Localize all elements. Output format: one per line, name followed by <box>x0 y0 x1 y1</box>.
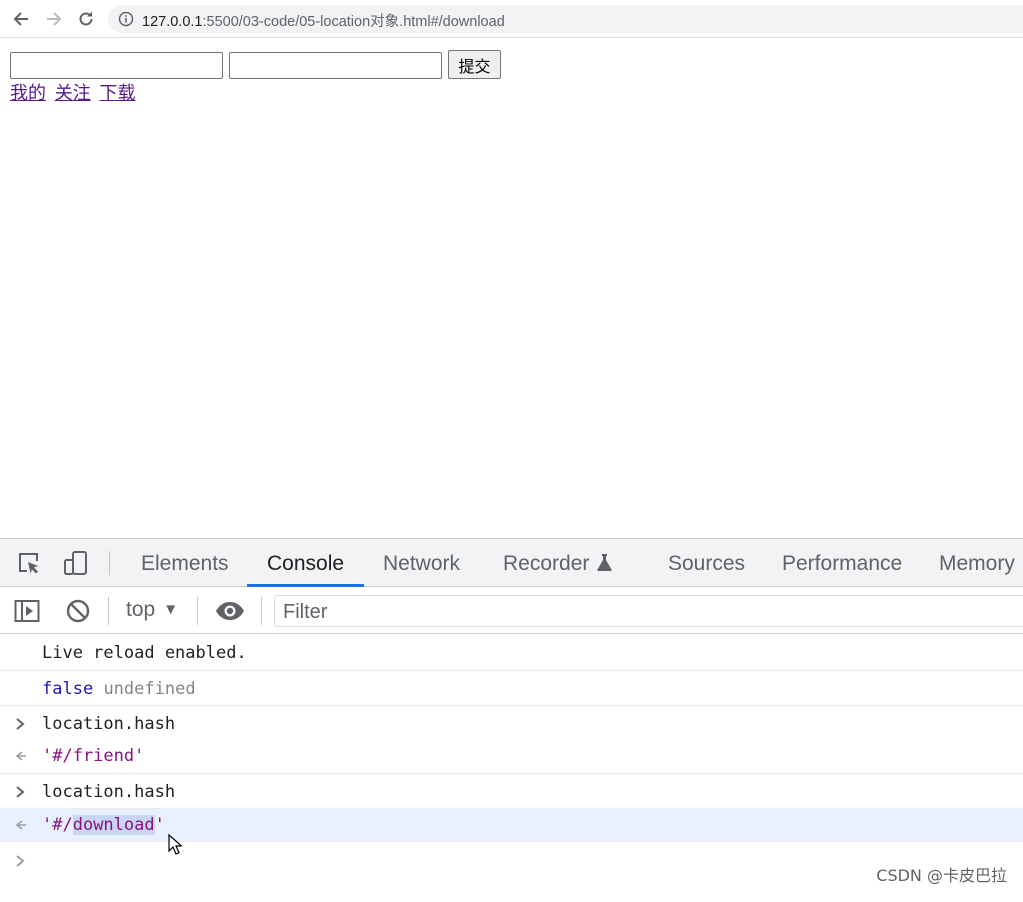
watermark-text: CSDN @卡皮巴拉 <box>876 866 1007 885</box>
toolbar-divider <box>109 551 110 575</box>
url-text: 127.0.0.1:5500/03-code/05-location对象.htm… <box>142 10 505 31</box>
console-input-row: location.hash <box>0 774 1023 809</box>
devtools-tab-bar: Elements Console Network Recorder Source… <box>0 538 1023 587</box>
forward-arrow-icon[interactable] <box>44 9 64 29</box>
address-bar[interactable]: 127.0.0.1:5500/03-code/05-location对象.htm… <box>108 5 1023 33</box>
tab-network[interactable]: Network <box>383 539 460 587</box>
console-log: Live reload enabled. false undefined loc… <box>0 634 1023 878</box>
dropdown-triangle-icon: ▼ <box>163 601 179 618</box>
value-false: false <box>42 679 94 699</box>
live-expression-eye-icon[interactable] <box>215 598 245 624</box>
output-prefix: '#/ <box>42 815 73 835</box>
console-output-row: '#/friend' <box>0 740 1023 774</box>
tab-elements[interactable]: Elements <box>141 539 229 587</box>
text-input-2[interactable] <box>229 52 442 79</box>
console-input-text: location.hash <box>42 714 176 734</box>
input-chevron-icon <box>16 786 25 798</box>
output-suffix: ' <box>154 815 165 835</box>
tab-console[interactable]: Console <box>246 539 365 587</box>
sidebar-toggle-icon[interactable] <box>14 598 40 624</box>
console-message-text: Live reload enabled. <box>42 643 247 663</box>
tab-recorder-label: Recorder <box>503 552 590 575</box>
tab-sources[interactable]: Sources <box>668 539 745 587</box>
console-input-row: location.hash <box>0 706 1023 740</box>
devtools-panel: Elements Console Network Recorder Source… <box>0 538 1023 892</box>
console-message: Live reload enabled. <box>0 634 1023 671</box>
console-filter-input[interactable]: Filter <box>274 595 1023 627</box>
tab-recorder[interactable]: Recorder <box>503 539 613 587</box>
url-host: 127.0.0.1 <box>142 14 203 30</box>
clear-console-icon[interactable] <box>65 598 91 624</box>
output-arrow-icon <box>15 751 26 761</box>
console-toolbar: top ▼ Filter <box>0 587 1023 634</box>
mouse-cursor-icon <box>168 834 182 855</box>
console-output-text: '#/friend' <box>42 746 145 766</box>
output-arrow-icon <box>15 820 26 830</box>
link-follow[interactable]: 关注 <box>55 83 91 104</box>
url-path: :5500/03-code/05-location对象.html#/downlo… <box>202 14 505 30</box>
tab-memory[interactable]: Memory <box>939 539 1015 587</box>
device-toolbar-icon[interactable] <box>63 550 89 576</box>
console-message-text: false undefined <box>42 679 196 699</box>
link-download[interactable]: 下载 <box>99 83 135 104</box>
filter-placeholder: Filter <box>283 601 328 623</box>
back-arrow-icon[interactable] <box>11 9 31 29</box>
link-my[interactable]: 我的 <box>10 83 46 104</box>
inspect-element-icon[interactable] <box>16 550 42 576</box>
selected-text: download <box>72 815 155 835</box>
console-prompt-row[interactable] <box>0 842 1023 878</box>
tab-performance[interactable]: Performance <box>782 539 902 587</box>
toolbar-divider <box>261 597 262 625</box>
console-output-row: '#/download' <box>0 809 1023 842</box>
context-selector[interactable]: top ▼ <box>126 598 178 622</box>
toolbar-divider <box>108 597 109 625</box>
reload-icon[interactable] <box>76 9 96 29</box>
console-output-text: '#/download' <box>42 815 165 835</box>
context-label: top <box>126 598 156 621</box>
prompt-chevron-icon <box>16 855 25 867</box>
site-info-icon[interactable] <box>118 11 134 27</box>
value-undefined: undefined <box>103 679 196 699</box>
experiment-flask-icon <box>597 554 613 571</box>
browser-toolbar: 127.0.0.1:5500/03-code/05-location对象.htm… <box>0 0 1023 38</box>
toolbar-divider <box>197 597 198 625</box>
text-input-1[interactable] <box>10 52 223 79</box>
nav-links: 我的 关注 下载 <box>10 82 138 106</box>
console-message: false undefined <box>0 671 1023 706</box>
submit-button[interactable]: 提交 <box>448 50 501 79</box>
console-input-text: location.hash <box>42 782 176 802</box>
input-chevron-icon <box>16 718 25 730</box>
